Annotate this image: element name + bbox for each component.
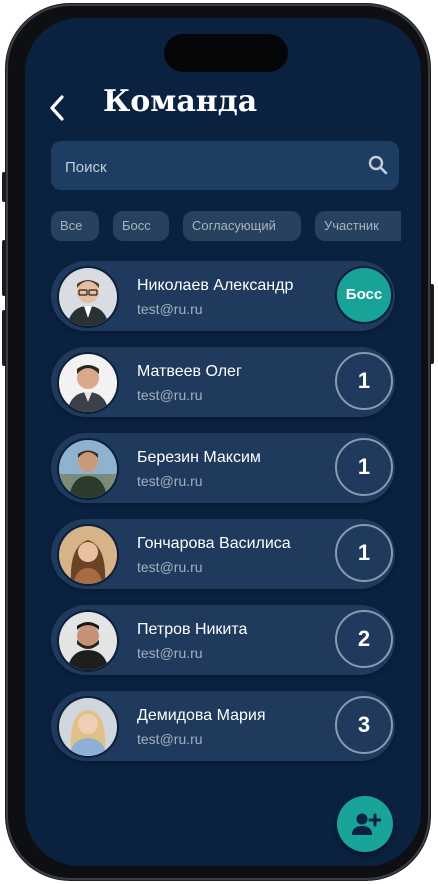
volume-up-button: [2, 240, 6, 296]
member-email: test@ru.ru: [137, 645, 203, 661]
member-email: test@ru.ru: [137, 387, 203, 403]
member-email: test@ru.ru: [137, 473, 203, 489]
member-name: Матвеев Олег: [137, 363, 242, 380]
member-row[interactable]: Гончарова Василиса test@ru.ru 1: [51, 519, 395, 589]
avatar: [57, 610, 119, 672]
search-icon[interactable]: [367, 154, 389, 176]
avatar: [57, 266, 119, 328]
app-screen: Команда Все Босс Согласующий Участник Ни…: [25, 18, 421, 866]
rank-badge[interactable]: 2: [335, 610, 393, 668]
page-title: Команда: [103, 84, 258, 119]
add-user-icon: [352, 813, 381, 835]
filter-boss[interactable]: Босс: [113, 211, 169, 241]
member-name: Демидова Мария: [137, 707, 266, 724]
power-button: [430, 284, 434, 364]
member-email: test@ru.ru: [137, 731, 203, 747]
member-row[interactable]: Березин Максим test@ru.ru 1: [51, 433, 395, 503]
add-member-button[interactable]: [337, 796, 393, 852]
rank-badge[interactable]: 1: [335, 524, 393, 582]
volume-down-button: [2, 310, 6, 366]
filter-all[interactable]: Все: [51, 211, 99, 241]
rank-badge[interactable]: 3: [335, 696, 393, 754]
member-name: Николаев Александр: [137, 277, 294, 294]
filter-approver[interactable]: Согласующий: [183, 211, 301, 241]
member-row[interactable]: Матвеев Олег test@ru.ru 1: [51, 347, 395, 417]
avatar: [57, 352, 119, 414]
member-row[interactable]: Петров Никита test@ru.ru 2: [51, 605, 395, 675]
mute-switch: [2, 172, 6, 202]
member-name: Гончарова Василиса: [137, 535, 291, 552]
filter-tabs: Все Босс Согласующий Участник: [51, 211, 401, 243]
member-email: test@ru.ru: [137, 559, 203, 575]
dynamic-island: [164, 34, 288, 72]
role-badge[interactable]: Босс: [335, 266, 393, 324]
search-bar: [51, 141, 399, 190]
avatar: [57, 696, 119, 758]
member-row[interactable]: Демидова Мария test@ru.ru 3: [51, 691, 395, 761]
filter-participant[interactable]: Участник: [315, 211, 401, 241]
avatar: [57, 524, 119, 586]
search-input[interactable]: [63, 156, 367, 178]
rank-badge[interactable]: 1: [335, 352, 393, 410]
member-name: Березин Максим: [137, 449, 261, 466]
member-name: Петров Никита: [137, 621, 248, 638]
member-row[interactable]: Николаев Александр test@ru.ru Босс: [51, 261, 395, 331]
member-email: test@ru.ru: [137, 301, 203, 317]
phone-frame: Команда Все Босс Согласующий Участник Ни…: [2, 4, 434, 880]
rank-badge[interactable]: 1: [335, 438, 393, 496]
chevron-left-icon[interactable]: [47, 94, 71, 124]
avatar: [57, 438, 119, 500]
